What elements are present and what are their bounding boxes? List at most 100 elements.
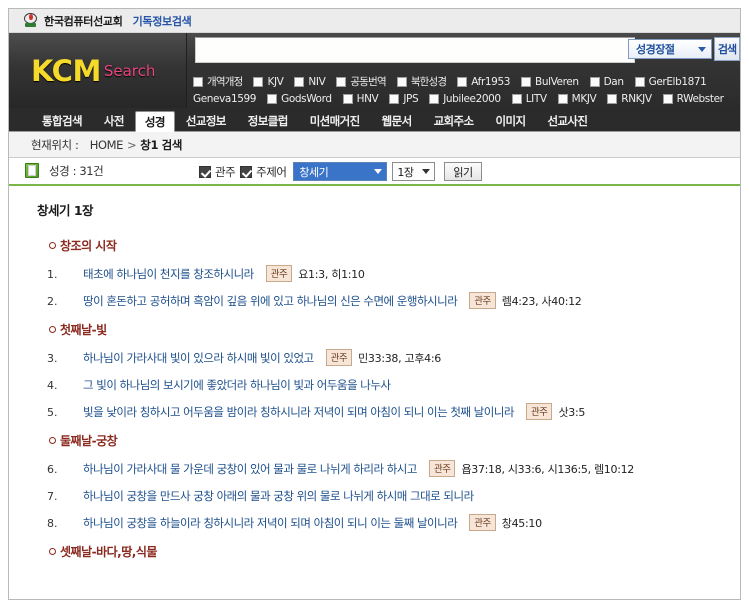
- crossref-list[interactable]: 민33:38, 고후4:6: [358, 352, 441, 365]
- crossref-list[interactable]: 렘4:23, 사40:12: [502, 295, 582, 308]
- masthead-right: 성경장절 검색 개역개정 KJV NIV 공동번역 북한성경 Afr1953 B…: [187, 33, 740, 108]
- logo-primary-text: KCM: [31, 53, 101, 88]
- version-checkbox[interactable]: GodsWord: [267, 92, 332, 105]
- crossref-tag[interactable]: 관주: [469, 292, 496, 309]
- version-checkbox[interactable]: Geneva1599: [193, 93, 256, 105]
- search-row: 성경장절 검색: [187, 33, 740, 72]
- organization-name: 한국컴퓨터선교회: [44, 14, 123, 28]
- version-label: 공동번역: [350, 76, 386, 88]
- tab-mission-info[interactable]: 선교정보: [175, 110, 237, 131]
- version-checkbox[interactable]: RWebster: [662, 93, 724, 105]
- circle-bullet-icon: [49, 326, 56, 333]
- crossref-tag[interactable]: 관주: [428, 460, 456, 477]
- tab-mission-magazine[interactable]: 미션매거진: [299, 110, 371, 131]
- verse-text[interactable]: 하나님이 궁창을 하늘이라 칭하시니라 저녁이 되며 아침이 되니 이는 둘째 …: [83, 516, 458, 530]
- verse-text[interactable]: 하나님이 궁창을 만드사 궁창 아래의 물과 궁창 위의 물로 나뉘게 하시매 …: [83, 489, 474, 503]
- verse-text[interactable]: 빛을 낮이라 칭하시고 어두움을 밤이라 칭하시니라 저녁이 되며 아침이 되니…: [83, 405, 514, 419]
- crossref-list[interactable]: 삿3:5: [558, 406, 585, 419]
- version-label: GodsWord: [281, 92, 332, 105]
- checkbox-crossref[interactable]: 관주: [199, 164, 236, 180]
- checkbox-topic[interactable]: 주제어: [240, 164, 287, 180]
- tab-bible[interactable]: 성경: [134, 111, 175, 132]
- crossref-tag[interactable]: 관주: [469, 514, 496, 531]
- tab-integrated-search[interactable]: 통합검색: [31, 110, 93, 131]
- version-checkbox[interactable]: KJV: [253, 76, 284, 88]
- version-checkbox[interactable]: BulVeren: [521, 76, 579, 88]
- crossref-list[interactable]: 욥37:18, 시33:6, 시136:5, 렘10:12: [461, 463, 634, 476]
- version-checkbox[interactable]: LITV: [511, 93, 547, 105]
- crossref-tag[interactable]: 관주: [265, 265, 293, 282]
- book-select[interactable]: 창세기: [293, 162, 388, 181]
- version-checkbox[interactable]: MKJV: [557, 93, 597, 105]
- version-checkbox[interactable]: NIV: [294, 76, 326, 88]
- verse-text[interactable]: 그 빛이 하나님의 보시기에 좋았더라 하나님이 빛과 어두움을 나누사: [83, 378, 391, 392]
- verse-text[interactable]: 하나님이 가라사대 물 가운데 궁창이 있어 물과 물로 나뉘게 하리라 하시고: [83, 462, 417, 476]
- search-scope-value: 성경장절: [636, 43, 675, 56]
- version-checkbox[interactable]: Dan: [589, 76, 624, 88]
- crossref-tag[interactable]: 관주: [525, 403, 553, 420]
- checkbox-checked-icon: [199, 165, 211, 178]
- section-heading-label: 둘째날-궁창: [60, 434, 118, 448]
- version-checkbox[interactable]: Afr1953: [457, 76, 510, 88]
- checkbox-icon: [396, 76, 407, 87]
- results-panel: 창세기 1장 창조의 시작 1. 태초에 하나님이 천지를 창조하시니라 관주 요1…: [9, 186, 740, 558]
- tab-images[interactable]: 이미지: [484, 110, 536, 131]
- chapter-select[interactable]: 1장: [392, 162, 436, 181]
- version-checkbox[interactable]: HNV: [342, 92, 379, 105]
- version-label: JPS: [403, 92, 419, 105]
- checkbox-icon: [294, 76, 305, 87]
- search-submit-button[interactable]: 검색: [714, 37, 740, 61]
- version-label: Jubilee2000: [443, 92, 501, 105]
- version-checkbox[interactable]: GerElb1871: [634, 75, 707, 88]
- version-checkbox[interactable]: 공동번역: [336, 74, 387, 89]
- checkbox-crossref-label: 관주: [215, 164, 236, 179]
- section-heading-label: 첫째날-빛: [60, 323, 107, 337]
- search-scope-select[interactable]: 성경장절: [628, 39, 712, 59]
- version-checkbox[interactable]: RNKJV: [607, 93, 652, 105]
- utility-link-info-search[interactable]: 기독정보검색: [133, 13, 192, 29]
- logo-secondary-text: Search: [103, 61, 156, 80]
- version-label: 북한성경: [410, 76, 447, 88]
- read-button[interactable]: 읽기: [444, 162, 482, 181]
- site-logo[interactable]: KCM Search: [9, 33, 187, 108]
- search-input[interactable]: [195, 37, 635, 63]
- tab-mission-photos[interactable]: 선교사진: [536, 110, 598, 131]
- version-label: Geneva1599: [193, 92, 257, 105]
- main-navigation: 통합검색 사전 성경 선교정보 정보클럽 미션매거진 웹문서 교회주소 이미지 …: [9, 108, 740, 132]
- version-checkbox[interactable]: 북한성경: [396, 74, 447, 89]
- chevron-down-icon: [374, 169, 383, 174]
- checkbox-icon: [557, 93, 568, 104]
- tab-church-address[interactable]: 교회주소: [423, 110, 485, 131]
- section-heading: 셋째날-바다,땅,식물: [49, 543, 740, 558]
- version-checkbox[interactable]: JPS: [389, 92, 419, 105]
- verse-text[interactable]: 태초에 하나님이 천지를 창조하시니라: [83, 267, 254, 281]
- crossref-tag[interactable]: 관주: [325, 349, 353, 366]
- version-checkbox[interactable]: Jubilee2000: [429, 93, 501, 105]
- top-utility-bar: 한국컴퓨터선교회 기독정보검색: [9, 9, 740, 33]
- chevron-down-icon: [422, 169, 431, 174]
- tab-info-club[interactable]: 정보클럽: [237, 110, 299, 131]
- version-label: 개역개정: [207, 76, 243, 88]
- verse-row: 1. 태초에 하나님이 천지를 창조하시니라 관주 요1:3, 히1:10: [37, 263, 740, 282]
- tab-dictionary[interactable]: 사전: [93, 110, 135, 131]
- masthead: KCM Search 성경장절 검색 개역개정 KJV NIV 공동번역 북한성…: [9, 33, 740, 108]
- verse-text[interactable]: 하나님이 가라사대 빛이 있으라 하시매 빛이 있었고: [83, 351, 314, 365]
- checkbox-icon: [336, 76, 347, 87]
- verse-text[interactable]: 땅이 혼돈하고 공허하며 흑암이 깊음 위에 있고 하나님의 신은 수면에 운행…: [83, 294, 458, 308]
- section-heading: 창조의 시작: [49, 237, 740, 254]
- breadcrumb-home-link[interactable]: HOME: [90, 138, 124, 152]
- breadcrumb-prefix: 현재위치 :: [31, 137, 79, 152]
- version-checkbox[interactable]: 개역개정: [193, 74, 243, 89]
- version-label: HNV: [356, 92, 379, 105]
- tab-web-documents[interactable]: 웹문서: [371, 110, 423, 131]
- version-row: Geneva1599 GodsWord HNV JPS Jubilee2000 …: [193, 90, 740, 107]
- checkbox-icon: [634, 76, 645, 87]
- verse-row: 5. 빛을 낮이라 칭하시고 어두움을 밤이라 칭하시니라 저녁이 되며 아침이…: [37, 401, 740, 420]
- version-label: GerElb1871: [648, 75, 707, 88]
- crossref-list[interactable]: 창45:10: [502, 517, 542, 530]
- crossref-list[interactable]: 요1:3, 히1:10: [298, 268, 365, 281]
- result-count-label: 성경 : 31건: [49, 164, 104, 178]
- verse-row: 4. 그 빛이 하나님의 보시기에 좋았더라 하나님이 빛과 어두움을 나누사: [37, 374, 740, 393]
- chapter-title: 창세기 1장: [37, 203, 94, 218]
- verse-number: 1.: [47, 268, 58, 281]
